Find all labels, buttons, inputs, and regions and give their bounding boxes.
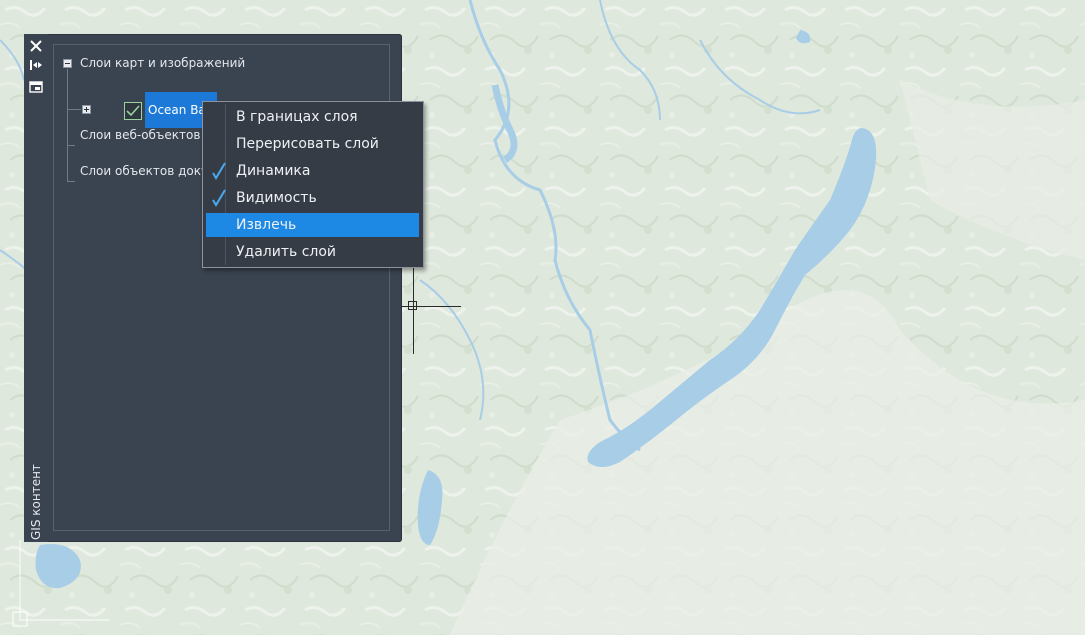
tree-item-web-objects[interactable]: Слои веб-объектов	[80, 128, 200, 142]
tree-line-branch	[67, 181, 75, 182]
layer-context-menu: В границах слоя Перерисовать слой Динами…	[202, 101, 424, 268]
autohide-button[interactable]	[28, 57, 44, 73]
layer-expand-toggle[interactable]	[82, 105, 91, 114]
properties-icon	[29, 81, 43, 93]
root-collapse-toggle[interactable]	[63, 59, 72, 68]
properties-button[interactable]	[28, 79, 44, 95]
crosshair-pickbox	[408, 301, 417, 310]
autohide-icon	[30, 60, 42, 70]
close-button[interactable]	[28, 38, 44, 54]
menu-item-delete-layer[interactable]: Удалить слой	[206, 240, 419, 264]
menu-item-visibility[interactable]: Видимость	[206, 186, 419, 210]
menu-item-zoom-to-layer[interactable]: В границах слоя	[206, 105, 419, 129]
menu-item-label: Видимость	[236, 190, 317, 206]
menu-item-extract[interactable]: Извлечь	[206, 213, 419, 237]
tree-line-branch	[67, 145, 75, 146]
layer-visibility-checkbox[interactable]	[124, 102, 142, 120]
tree-line-vertical	[67, 69, 68, 181]
close-icon	[30, 40, 42, 52]
menu-item-label: Удалить слой	[236, 244, 337, 260]
menu-item-label: Динамика	[236, 163, 311, 179]
palette-title-bar[interactable]: GIS контент	[24, 34, 48, 542]
checkbox-checked-icon	[126, 105, 140, 117]
menu-item-label: Извлечь	[236, 217, 297, 233]
menu-item-redraw-layer[interactable]: Перерисовать слой	[206, 132, 419, 156]
palette-title: GIS контент	[29, 464, 43, 540]
menu-item-label: Перерисовать слой	[236, 136, 379, 152]
check-icon	[212, 162, 226, 180]
menu-item-label: В границах слоя	[236, 109, 358, 125]
tree-item-doc-objects[interactable]: Слои объектов доку	[80, 164, 208, 178]
menu-item-dynamic[interactable]: Динамика	[206, 159, 419, 183]
tree-line-branch	[67, 109, 81, 110]
check-icon	[212, 189, 226, 207]
tree-root-label[interactable]: Слои карт и изображений	[80, 56, 245, 70]
